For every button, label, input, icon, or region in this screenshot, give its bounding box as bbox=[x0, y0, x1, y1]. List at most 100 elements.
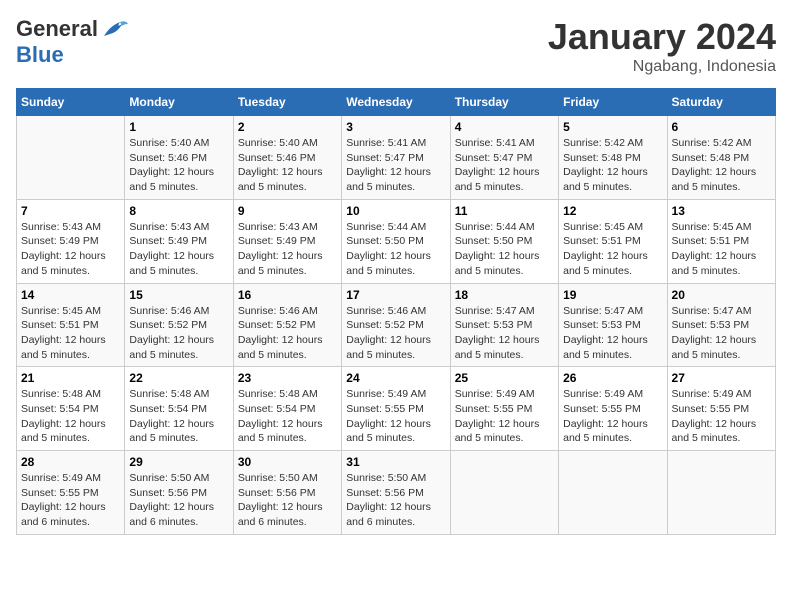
calendar-cell: 24 Sunrise: 5:49 AMSunset: 5:55 PMDayligh… bbox=[342, 367, 450, 451]
day-number: 8 bbox=[129, 204, 228, 218]
calendar-week-row: 21 Sunrise: 5:48 AMSunset: 5:54 PMDayligh… bbox=[17, 367, 776, 451]
day-info: Sunrise: 5:50 AMSunset: 5:56 PMDaylight:… bbox=[346, 471, 445, 530]
header-saturday: Saturday bbox=[667, 89, 775, 116]
location-title: Ngabang, Indonesia bbox=[548, 58, 776, 76]
calendar-cell: 29 Sunrise: 5:50 AMSunset: 5:56 PMDayligh… bbox=[125, 451, 233, 535]
calendar-cell: 2 Sunrise: 5:40 AMSunset: 5:46 PMDaylight… bbox=[233, 116, 341, 200]
calendar-cell: 25Sunrise: 5:49 AMSunset: 5:55 PMDayligh… bbox=[450, 367, 558, 451]
day-number: 11 bbox=[455, 204, 554, 218]
day-info: Sunrise: 5:49 AMSunset: 5:55 PMDaylight:… bbox=[455, 387, 554, 446]
calendar-table: SundayMondayTuesdayWednesdayThursdayFrid… bbox=[16, 88, 776, 535]
calendar-cell: 15Sunrise: 5:46 AMSunset: 5:52 PMDayligh… bbox=[125, 283, 233, 367]
day-info: Sunrise: 5:40 AMSunset: 5:46 PMDaylight:… bbox=[238, 136, 337, 195]
day-number: 12 bbox=[563, 204, 662, 218]
calendar-cell: 23Sunrise: 5:48 AMSunset: 5:54 PMDayligh… bbox=[233, 367, 341, 451]
calendar-cell: 21 Sunrise: 5:48 AMSunset: 5:54 PMDayligh… bbox=[17, 367, 125, 451]
day-number: 16 bbox=[238, 288, 337, 302]
day-number: 4 bbox=[455, 120, 554, 134]
day-number: 27 bbox=[672, 371, 771, 385]
calendar-week-row: 14Sunrise: 5:45 AMSunset: 5:51 PMDayligh… bbox=[17, 283, 776, 367]
day-info: Sunrise: 5:49 AMSunset: 5:55 PMDaylight:… bbox=[672, 387, 771, 446]
day-number: 22 bbox=[129, 371, 228, 385]
day-info: Sunrise: 5:47 AMSunset: 5:53 PMDaylight:… bbox=[563, 304, 662, 363]
calendar-cell bbox=[17, 116, 125, 200]
calendar-cell: 6 Sunrise: 5:42 AMSunset: 5:48 PMDaylight… bbox=[667, 116, 775, 200]
day-info: Sunrise: 5:48 AMSunset: 5:54 PMDaylight:… bbox=[129, 387, 228, 446]
calendar-cell: 11 Sunrise: 5:44 AMSunset: 5:50 PMDayligh… bbox=[450, 199, 558, 283]
calendar-cell: 28Sunrise: 5:49 AMSunset: 5:55 PMDayligh… bbox=[17, 451, 125, 535]
calendar-header-row: SundayMondayTuesdayWednesdayThursdayFrid… bbox=[17, 89, 776, 116]
day-number: 3 bbox=[346, 120, 445, 134]
day-number: 13 bbox=[672, 204, 771, 218]
calendar-cell: 10Sunrise: 5:44 AMSunset: 5:50 PMDayligh… bbox=[342, 199, 450, 283]
day-info: Sunrise: 5:44 AMSunset: 5:50 PMDaylight:… bbox=[346, 220, 445, 279]
day-info: Sunrise: 5:45 AMSunset: 5:51 PMDaylight:… bbox=[672, 220, 771, 279]
day-number: 1 bbox=[129, 120, 228, 134]
day-info: Sunrise: 5:44 AMSunset: 5:50 PMDaylight:… bbox=[455, 220, 554, 279]
calendar-cell bbox=[450, 451, 558, 535]
day-number: 28 bbox=[21, 455, 120, 469]
day-number: 24 bbox=[346, 371, 445, 385]
calendar-cell: 20Sunrise: 5:47 AMSunset: 5:53 PMDayligh… bbox=[667, 283, 775, 367]
calendar-cell: 13 Sunrise: 5:45 AMSunset: 5:51 PMDayligh… bbox=[667, 199, 775, 283]
calendar-cell: 4 Sunrise: 5:41 AMSunset: 5:47 PMDaylight… bbox=[450, 116, 558, 200]
day-number: 29 bbox=[129, 455, 228, 469]
logo-bird-icon bbox=[100, 18, 128, 40]
day-info: Sunrise: 5:40 AMSunset: 5:46 PMDaylight:… bbox=[129, 136, 228, 195]
title-area: January 2024 Ngabang, Indonesia bbox=[548, 16, 776, 76]
day-info: Sunrise: 5:43 AMSunset: 5:49 PMDaylight:… bbox=[21, 220, 120, 279]
calendar-cell: 17 Sunrise: 5:46 AMSunset: 5:52 PMDayligh… bbox=[342, 283, 450, 367]
day-info: Sunrise: 5:47 AMSunset: 5:53 PMDaylight:… bbox=[455, 304, 554, 363]
header-sunday: Sunday bbox=[17, 89, 125, 116]
logo-blue-text: Blue bbox=[16, 42, 64, 68]
day-info: Sunrise: 5:49 AMSunset: 5:55 PMDaylight:… bbox=[346, 387, 445, 446]
day-number: 5 bbox=[563, 120, 662, 134]
day-number: 9 bbox=[238, 204, 337, 218]
day-info: Sunrise: 5:43 AMSunset: 5:49 PMDaylight:… bbox=[129, 220, 228, 279]
calendar-cell: 18 Sunrise: 5:47 AMSunset: 5:53 PMDayligh… bbox=[450, 283, 558, 367]
day-number: 20 bbox=[672, 288, 771, 302]
day-number: 17 bbox=[346, 288, 445, 302]
day-info: Sunrise: 5:41 AMSunset: 5:47 PMDaylight:… bbox=[455, 136, 554, 195]
logo-general-text: General bbox=[16, 16, 98, 42]
day-info: Sunrise: 5:42 AMSunset: 5:48 PMDaylight:… bbox=[672, 136, 771, 195]
calendar-cell: 1 Sunrise: 5:40 AMSunset: 5:46 PMDaylight… bbox=[125, 116, 233, 200]
calendar-week-row: 7Sunrise: 5:43 AMSunset: 5:49 PMDaylight… bbox=[17, 199, 776, 283]
day-info: Sunrise: 5:45 AMSunset: 5:51 PMDaylight:… bbox=[563, 220, 662, 279]
day-info: Sunrise: 5:41 AMSunset: 5:47 PMDaylight:… bbox=[346, 136, 445, 195]
day-info: Sunrise: 5:48 AMSunset: 5:54 PMDaylight:… bbox=[21, 387, 120, 446]
calendar-cell: 9 Sunrise: 5:43 AMSunset: 5:49 PMDaylight… bbox=[233, 199, 341, 283]
day-info: Sunrise: 5:46 AMSunset: 5:52 PMDaylight:… bbox=[346, 304, 445, 363]
day-number: 2 bbox=[238, 120, 337, 134]
day-number: 18 bbox=[455, 288, 554, 302]
day-number: 19 bbox=[563, 288, 662, 302]
calendar-cell bbox=[667, 451, 775, 535]
calendar-cell: 27 Sunrise: 5:49 AMSunset: 5:55 PMDayligh… bbox=[667, 367, 775, 451]
day-info: Sunrise: 5:45 AMSunset: 5:51 PMDaylight:… bbox=[21, 304, 120, 363]
day-number: 15 bbox=[129, 288, 228, 302]
calendar-cell: 31 Sunrise: 5:50 AMSunset: 5:56 PMDayligh… bbox=[342, 451, 450, 535]
calendar-cell: 12 Sunrise: 5:45 AMSunset: 5:51 PMDayligh… bbox=[559, 199, 667, 283]
day-number: 21 bbox=[21, 371, 120, 385]
day-info: Sunrise: 5:46 AMSunset: 5:52 PMDaylight:… bbox=[238, 304, 337, 363]
day-number: 30 bbox=[238, 455, 337, 469]
day-info: Sunrise: 5:50 AMSunset: 5:56 PMDaylight:… bbox=[129, 471, 228, 530]
calendar-cell: 14Sunrise: 5:45 AMSunset: 5:51 PMDayligh… bbox=[17, 283, 125, 367]
day-number: 23 bbox=[238, 371, 337, 385]
calendar-cell: 22 Sunrise: 5:48 AMSunset: 5:54 PMDayligh… bbox=[125, 367, 233, 451]
day-info: Sunrise: 5:49 AMSunset: 5:55 PMDaylight:… bbox=[563, 387, 662, 446]
calendar-cell: 19 Sunrise: 5:47 AMSunset: 5:53 PMDayligh… bbox=[559, 283, 667, 367]
page-header: General Blue January 2024 Ngabang, Indon… bbox=[16, 16, 776, 76]
calendar-cell: 3 Sunrise: 5:41 AMSunset: 5:47 PMDaylight… bbox=[342, 116, 450, 200]
header-monday: Monday bbox=[125, 89, 233, 116]
header-wednesday: Wednesday bbox=[342, 89, 450, 116]
month-title: January 2024 bbox=[548, 16, 776, 58]
calendar-cell: 16 Sunrise: 5:46 AMSunset: 5:52 PMDayligh… bbox=[233, 283, 341, 367]
day-number: 6 bbox=[672, 120, 771, 134]
day-info: Sunrise: 5:43 AMSunset: 5:49 PMDaylight:… bbox=[238, 220, 337, 279]
calendar-cell: 26Sunrise: 5:49 AMSunset: 5:55 PMDayligh… bbox=[559, 367, 667, 451]
calendar-cell: 7Sunrise: 5:43 AMSunset: 5:49 PMDaylight… bbox=[17, 199, 125, 283]
calendar-cell: 30Sunrise: 5:50 AMSunset: 5:56 PMDayligh… bbox=[233, 451, 341, 535]
calendar-cell: 5Sunrise: 5:42 AMSunset: 5:48 PMDaylight… bbox=[559, 116, 667, 200]
day-number: 31 bbox=[346, 455, 445, 469]
